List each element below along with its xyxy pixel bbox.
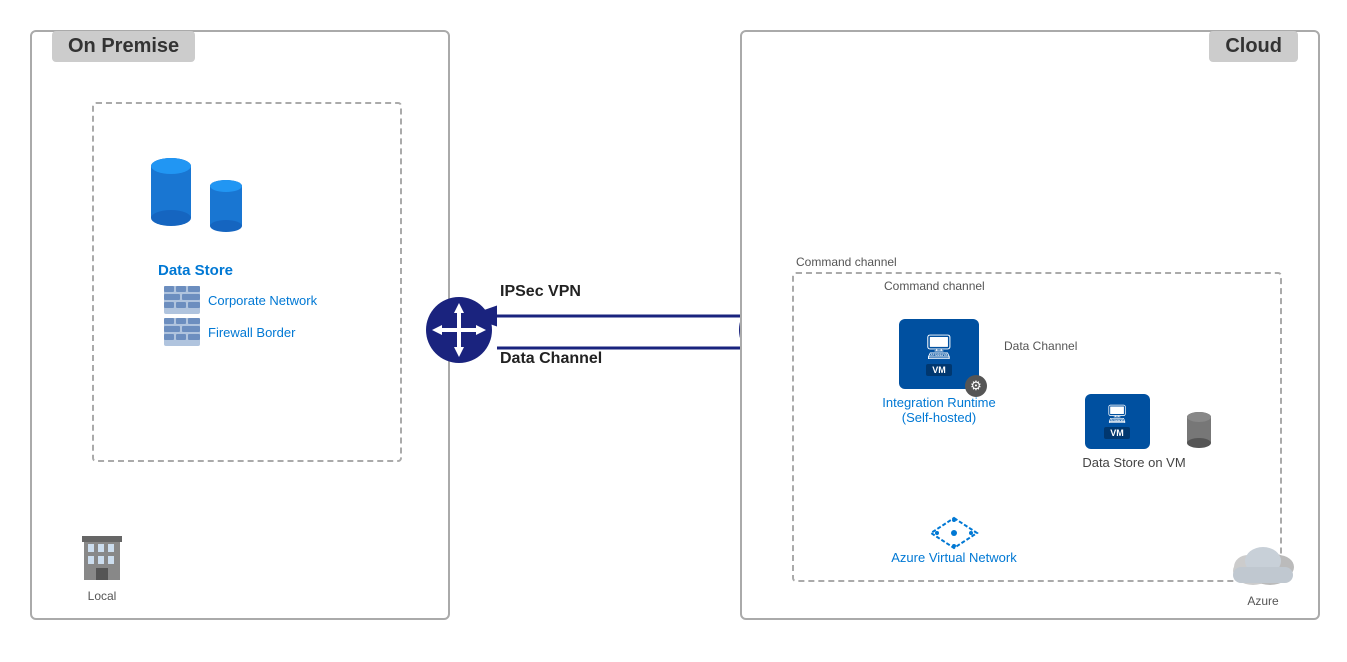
- azure-vnet-box: Command channel 🖥 VM ⚙ Integration Runti…: [792, 272, 1282, 582]
- data-channel-cloud-label: Data Channel: [1004, 339, 1077, 353]
- cloud-box: Cloud Data Factory: [740, 30, 1320, 620]
- corporate-network-label: Corporate Network: [208, 293, 317, 308]
- azure-vnet-label: Azure Virtual Network: [874, 550, 1034, 565]
- on-premise-box: On Premise: [30, 30, 450, 620]
- gear-badge: ⚙: [965, 375, 987, 397]
- cloud-label: Cloud: [1209, 31, 1298, 62]
- vm-cylinder-icon: [1184, 409, 1214, 449]
- diagram-container: On Premise: [0, 0, 1347, 662]
- data-store-vm-icon: 🖥 VM Data Store on VM: [1054, 394, 1214, 470]
- command-channel-outside-label: Command channel: [796, 255, 897, 269]
- cloud-icon: [1228, 539, 1298, 589]
- on-premise-label: On Premise: [52, 31, 195, 62]
- local-label: Local: [82, 589, 122, 603]
- building-icon: [82, 530, 122, 580]
- integration-runtime-label: Integration Runtime (Self-hosted): [874, 395, 1004, 425]
- azure-vnet-icon: [929, 516, 979, 550]
- data-store-vm-label: Data Store on VM: [1054, 455, 1214, 470]
- command-channel-label: Command channel: [884, 279, 985, 293]
- azure-cloud-icon: Azure: [1228, 539, 1298, 608]
- local-icon: Local: [82, 530, 122, 603]
- vpn-node-left: [424, 295, 494, 365]
- azure-vnet-label-area: Azure Virtual Network: [874, 516, 1034, 565]
- data-store-icon: Data Store: [144, 154, 247, 279]
- azure-label: Azure: [1228, 594, 1298, 608]
- integration-runtime-icon: 🖥 VM ⚙ Integration Runtime (Self-hosted): [874, 319, 1004, 425]
- firewall-border-label: Firewall Border: [208, 325, 295, 340]
- firewall-section: Corporate Network Firewall Border: [164, 286, 317, 350]
- on-premise-inner-box: Data Store: [92, 102, 402, 462]
- data-channel-middle-label: Data Channel: [500, 350, 602, 368]
- data-store-label: Data Store: [144, 262, 247, 279]
- firewall-icon-1: [164, 286, 200, 314]
- ipsec-vpn-label: IPSec VPN: [500, 283, 581, 301]
- firewall-icon-2: [164, 318, 200, 346]
